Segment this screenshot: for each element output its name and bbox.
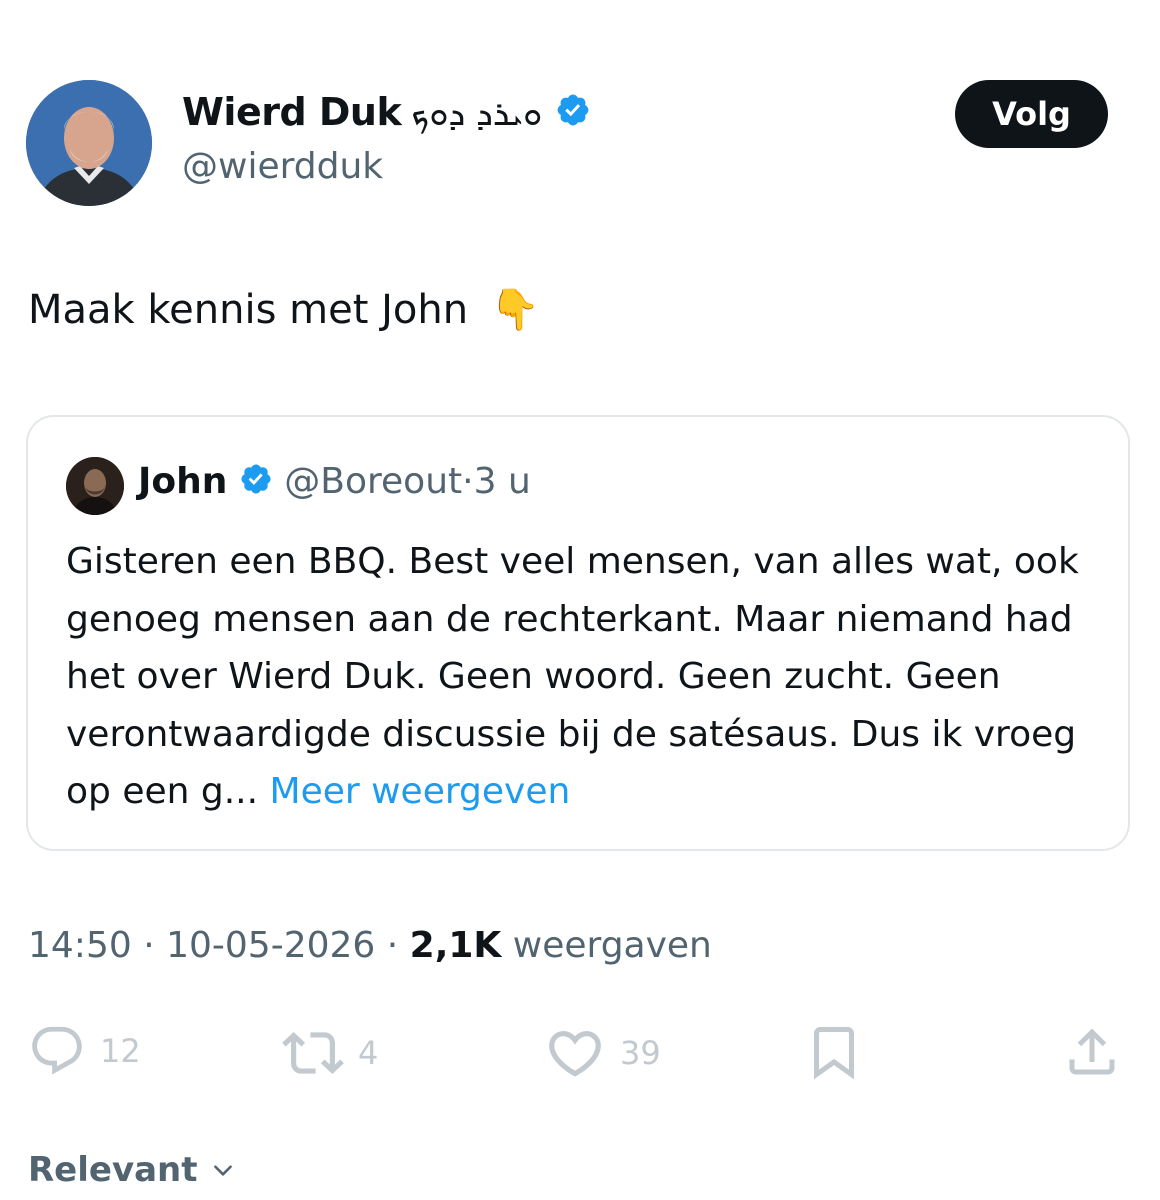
tweet-meta: 14:50 · 10-05-2026 · 2,1K weergaven [28,925,712,966]
quote-author-handle[interactable]: @Boreout [284,461,462,502]
reply-icon [32,1026,82,1075]
tweet-time[interactable]: 14:50 [28,925,132,966]
like-button[interactable]: 39 [544,1022,661,1084]
quote-tweet-card[interactable]: John @Boreout·3 u Gisteren een BBQ. Best… [26,415,1130,851]
reply-count: 12 [100,1032,141,1070]
quote-separator: · [462,461,474,502]
author-name-row[interactable]: Wierd Duk ܘܝܪܕ ܕܘܟ [182,90,591,137]
views-label: weergaven [512,925,712,966]
like-count: 39 [620,1034,661,1072]
verified-badge-icon [555,92,591,137]
show-more-link[interactable]: Meer weergeven [270,771,571,812]
follow-button[interactable]: Volg [955,80,1108,148]
pointing-down-emoji: 👇 [490,287,540,333]
tweet-text-content: Maak kennis met John [28,287,469,333]
repost-count: 4 [358,1034,379,1072]
reply-button[interactable]: 12 [28,1022,141,1080]
bookmark-icon [814,1027,854,1080]
quote-body: Gisteren een BBQ. Best veel mensen, van … [66,533,1106,821]
quote-author-avatar-image [66,457,124,515]
author-name-script: ܘܝܪܕ ܕܘܟ [411,94,543,134]
tweet-text: Maak kennis met John 👇 [28,286,540,333]
heart-icon [549,1031,601,1077]
views-count: 2,1K [409,925,502,966]
quote-header: John @Boreout·3 u [138,461,531,505]
tweet-date[interactable]: 10-05-2026 [166,925,375,966]
share-button[interactable] [1062,1022,1122,1082]
repost-button[interactable]: 4 [282,1022,378,1084]
author-handle[interactable]: @wierdduk [182,146,383,187]
author-name[interactable]: Wierd Duk [182,90,402,134]
quote-body-text: Gisteren een BBQ. Best veel mensen, van … [66,541,1079,812]
quote-author-name[interactable]: John [138,461,227,502]
repost-icon [282,1032,344,1074]
quote-author-avatar [66,457,124,515]
reply-sort-label: Relevant [28,1150,198,1190]
quote-timestamp[interactable]: 3 u [474,461,531,502]
author-avatar[interactable] [26,80,152,206]
reply-sort-dropdown[interactable]: Relevant [28,1150,236,1190]
quote-verified-badge-icon [239,462,273,505]
bookmark-button[interactable] [804,1022,864,1082]
share-icon [1069,1028,1115,1075]
chevron-down-icon [213,1165,232,1176]
author-avatar-image [26,80,152,206]
